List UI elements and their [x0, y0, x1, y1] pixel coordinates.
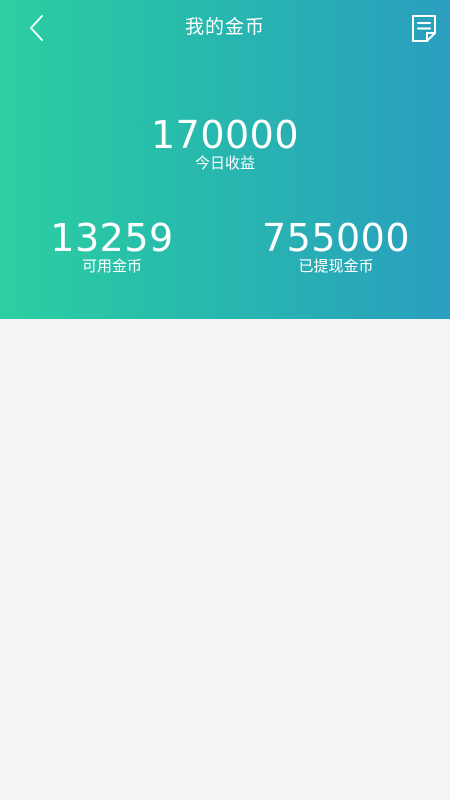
record-list-icon[interactable]: [410, 14, 438, 44]
nav-bar: 我的金币: [0, 0, 450, 56]
coins-content-area: [0, 319, 450, 800]
withdrawn-coins-value: 755000: [261, 216, 411, 260]
coins-screen: 我的金币 170000 今日收益 13259 可用金币 755000 已提现金币: [0, 0, 450, 800]
available-coins-value: 13259: [50, 216, 174, 260]
available-coins: 13259 可用金币: [12, 218, 212, 275]
coins-header: 我的金币 170000 今日收益 13259 可用金币 755000 已提现金币: [0, 0, 450, 319]
page-title: 我的金币: [184, 16, 265, 38]
withdrawn-coins: 755000 已提现金币: [236, 218, 436, 275]
today-earnings-value: 170000: [150, 113, 300, 157]
today-earnings: 170000 今日收益: [125, 115, 325, 172]
available-coins-label: 可用金币: [81, 257, 142, 275]
